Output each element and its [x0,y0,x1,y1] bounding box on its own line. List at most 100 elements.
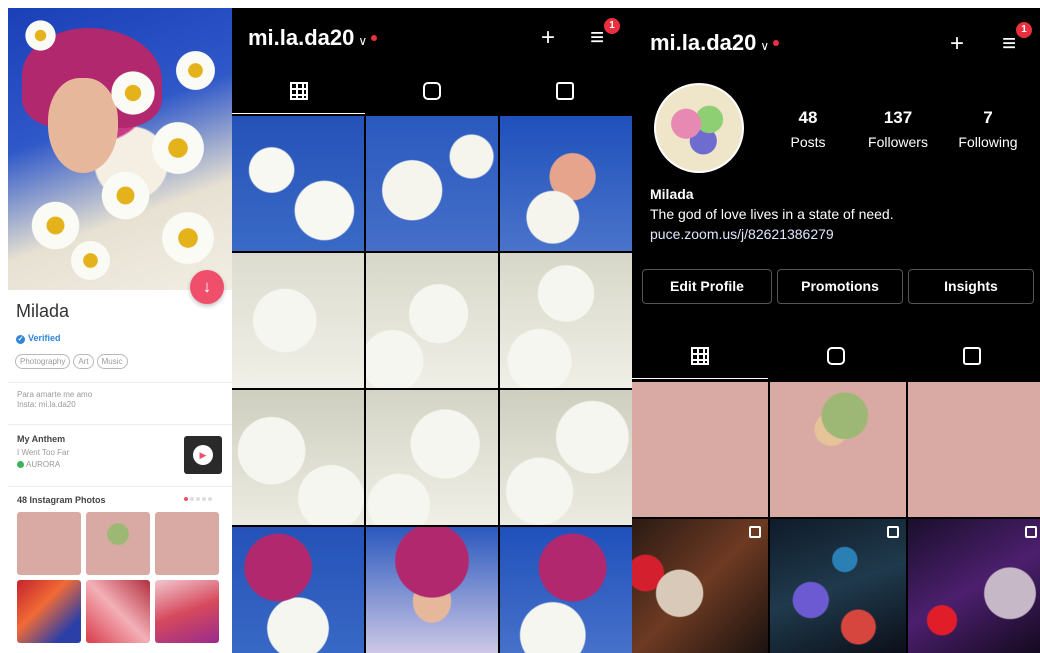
anthem-artist: AURORA [17,460,60,469]
post-thumbnail[interactable] [232,390,364,525]
notification-badge: 1 [604,18,620,34]
play-icon[interactable]: ▶ [193,445,213,465]
app-header: mi.la.da20 ∨ + ≡ 1 [232,8,632,66]
instagram-photo-grid [17,512,219,643]
instagram-thumbnail[interactable] [86,512,150,575]
anthem-artist-label: AURORA [26,460,61,469]
post-thumbnail[interactable] [908,382,1040,517]
interest-tag[interactable]: Art [73,354,94,369]
post-thumbnail[interactable] [632,382,768,517]
post-thumbnail[interactable] [770,519,906,653]
edit-profile-button[interactable]: Edit Profile [642,269,772,304]
post-thumbnail[interactable] [366,116,498,251]
post-grid [232,116,632,653]
stat-label: Posts [790,134,826,150]
tab-igtv[interactable] [365,68,498,114]
chevron-down-icon: ∨ [760,39,770,53]
notification-badge: 1 [1016,22,1032,38]
post-thumbnail[interactable] [908,519,1040,653]
instagram-thumbnail[interactable] [155,512,219,575]
username-switcher[interactable]: mi.la.da20 ∨ [248,25,378,51]
spotify-icon [17,461,24,468]
tab-posts-grid[interactable] [632,333,768,379]
multi-post-icon [887,526,899,538]
profile-bio: Para amarte me amo Insta: mi.la.da20 [17,390,92,410]
igtv-icon [422,82,441,100]
multi-post-icon [749,526,761,538]
multi-post-icon [1025,526,1037,538]
download-icon[interactable]: ↓ [190,270,224,304]
daisy [158,208,218,268]
instagram-thumbnail[interactable] [17,580,81,643]
instagram-thumbnail[interactable] [17,512,81,575]
post-thumbnail[interactable] [500,390,632,525]
anthem-song: I Went Too Far [17,448,70,457]
verified-badge: ✓ Verified [16,333,61,344]
post-thumbnail[interactable] [366,527,498,653]
post-grid [632,382,1040,653]
post-thumbnail[interactable] [366,390,498,525]
instagram-photos-heading: 48 Instagram Photos [17,495,106,505]
daisy [98,168,153,223]
profile-tabs [232,68,632,114]
profile-link[interactable]: puce.zoom.us/j/82621386279 [650,226,834,242]
tagged-icon [556,82,575,100]
status-dot [773,40,780,46]
insights-button[interactable]: Insights [908,269,1034,304]
profile-photo[interactable] [8,8,232,290]
post-thumbnail[interactable] [500,527,632,653]
daisy [68,238,113,283]
daisy [23,18,58,53]
anthem-heading: My Anthem [17,434,66,444]
post-thumbnail[interactable] [366,253,498,388]
stat-followers[interactable]: 137 Followers [862,108,934,150]
interest-tags: Photography Art Music [15,354,128,369]
divider [8,382,232,383]
tab-posts-grid[interactable] [232,68,366,114]
chevron-down-icon: ∨ [358,34,368,48]
interest-tag[interactable]: Photography [15,354,71,369]
stat-value: 7 [983,108,993,127]
promotions-button[interactable]: Promotions [777,269,903,304]
username: mi.la.da20 [650,30,757,55]
profile-name: Milada [16,301,70,321]
stat-label: Followers [868,134,928,150]
daisy [108,68,158,118]
instagram-thumbnail[interactable] [155,580,219,643]
post-thumbnail[interactable] [232,116,364,251]
screenshot-collage: ↓ Milada ✓ Verified Photography Art Music… [0,0,1040,653]
grid-icon [691,346,709,365]
plus-icon[interactable]: + [950,32,964,56]
menu-icon[interactable]: ≡ [1002,32,1016,56]
interest-tag[interactable]: Music [96,354,128,369]
grid-icon [289,81,308,100]
daisy [173,48,218,93]
profile-name: Milada [650,186,694,202]
post-thumbnail[interactable] [232,527,364,653]
bio-line: Para amarte me amo [17,390,93,399]
post-thumbnail[interactable] [770,382,906,517]
post-thumbnail[interactable] [632,519,768,653]
username: mi.la.da20 [248,25,355,50]
instagram-thumbnail[interactable] [86,580,150,643]
post-thumbnail[interactable] [500,253,632,388]
status-dot [371,35,378,41]
plus-icon[interactable]: + [541,26,555,50]
stat-following[interactable]: 7 Following [952,108,1024,150]
album-art[interactable]: ▶ [184,436,222,474]
post-thumbnail[interactable] [500,116,632,251]
photo-pager[interactable] [184,497,212,501]
tab-igtv[interactable] [768,333,904,379]
verified-label: Verified [28,333,61,343]
tab-tagged[interactable] [904,333,1040,379]
avatar[interactable] [654,83,744,173]
stat-posts[interactable]: 48 Posts [782,108,834,150]
post-thumbnail[interactable] [232,253,364,388]
divider [8,424,232,425]
menu-icon[interactable]: ≡ [590,26,604,50]
username-switcher[interactable]: mi.la.da20 ∨ [650,30,780,56]
stat-value: 137 [883,108,913,127]
divider [8,486,232,487]
tab-tagged[interactable] [499,68,632,114]
profile-tabs [632,333,1040,379]
